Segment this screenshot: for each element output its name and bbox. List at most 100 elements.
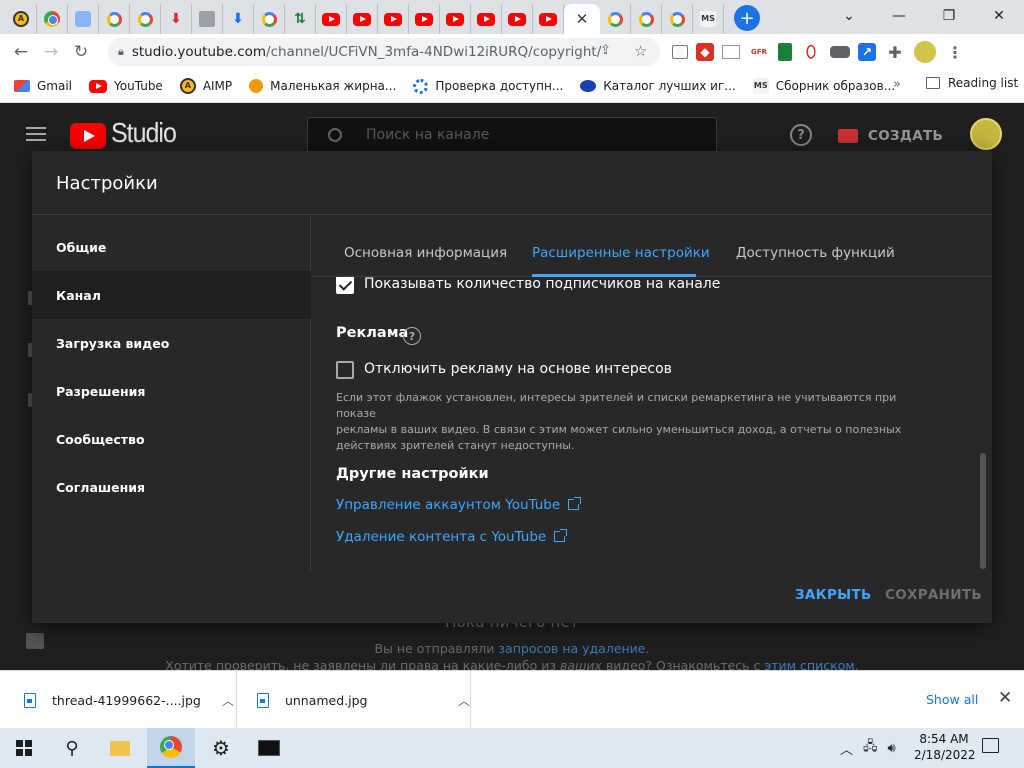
ms-icon: MS	[752, 78, 769, 94]
close-window-button[interactable]: ✕	[974, 0, 1024, 32]
bookmark-item[interactable]: YouTube	[89, 79, 163, 93]
browser-tab[interactable]	[440, 4, 471, 34]
browser-tab[interactable]: MS	[693, 4, 724, 34]
browser-tab[interactable]	[409, 4, 440, 34]
browser-tab[interactable]: ⇅	[285, 4, 316, 34]
help-circle-icon[interactable]: ?	[403, 327, 421, 345]
tab-advanced-settings[interactable]: Расширенные настройки	[532, 245, 710, 261]
menu-icon[interactable]	[26, 127, 46, 141]
chevron-up-icon[interactable]: ︿	[222, 692, 234, 709]
nav-item-agreements[interactable]: Соглашения	[32, 463, 311, 511]
reload-button[interactable]: ↻	[66, 37, 96, 67]
share-icon[interactable]: ⇪	[600, 43, 611, 58]
minimize-button[interactable]: —	[874, 0, 924, 32]
chevron-up-icon[interactable]: ︿	[840, 739, 853, 758]
notifications-icon[interactable]	[982, 738, 999, 753]
browser-tab[interactable]	[631, 4, 662, 34]
browser-tab[interactable]	[130, 4, 161, 34]
clock[interactable]: 8:54 AM 2/18/2022	[914, 731, 976, 763]
extension-red-cube-icon[interactable]: ◆	[696, 43, 714, 61]
browser-tab[interactable]	[600, 4, 631, 34]
extension-card-icon[interactable]	[672, 45, 688, 59]
reading-list-button[interactable]: Reading list	[926, 76, 1018, 90]
disable-interest-ads-checkbox[interactable]	[336, 361, 354, 379]
channel-avatar[interactable]	[970, 118, 1002, 150]
lock-icon[interactable]: 🔒︎	[118, 45, 124, 59]
profile-avatar[interactable]	[914, 41, 936, 63]
browser-tab[interactable]	[347, 4, 378, 34]
close-icon[interactable]: ✕	[576, 10, 589, 28]
settings-gear-icon[interactable]: ⚙	[197, 728, 245, 768]
search-icon[interactable]: ⚲	[48, 728, 96, 768]
terminal-icon[interactable]	[245, 728, 293, 768]
address-bar[interactable]: 🔒︎ studio.youtube.com/channel/UCFiVN_3mf…	[108, 38, 660, 66]
removal-requests-link[interactable]: запросов на удаление	[498, 641, 645, 656]
extensions-puzzle-icon[interactable]: ✚	[884, 41, 906, 63]
bookmark-star-icon[interactable]: ☆	[634, 42, 647, 60]
extension-gallery-icon[interactable]	[722, 45, 740, 59]
show-all-button[interactable]: Show all	[926, 692, 978, 707]
bookmark-item[interactable]: MS Сборник образов...	[752, 78, 895, 94]
browser-tab[interactable]: ⬇	[223, 4, 254, 34]
download-item[interactable]: thread-41999662-....jpg ︿	[0, 671, 237, 729]
download-item[interactable]: unnamed.jpg ︿	[237, 671, 471, 729]
restore-button[interactable]: ❐	[924, 0, 974, 32]
channel-search-input[interactable]: Поиск на канале	[307, 117, 717, 153]
forward-button[interactable]: →	[36, 37, 66, 67]
start-button[interactable]	[0, 728, 48, 768]
close-button[interactable]: ЗАКРЫТЬ	[795, 587, 872, 603]
file-explorer-icon[interactable]	[96, 728, 144, 768]
new-tab-button[interactable]: +	[734, 5, 760, 31]
browser-tab[interactable]	[502, 4, 533, 34]
this-list-link[interactable]: этим списком	[764, 658, 854, 670]
browser-tab[interactable]: ⬇	[161, 4, 192, 34]
extension-gamepad-icon[interactable]	[830, 46, 850, 58]
bookmarks-more-button[interactable]: »	[893, 77, 901, 92]
browser-tab[interactable]: A	[6, 4, 37, 34]
extension-opera-icon[interactable]: ⬯	[800, 41, 822, 63]
nav-item-upload-defaults[interactable]: Загрузка видео	[32, 319, 311, 367]
nav-item-permissions[interactable]: Разрешения	[32, 367, 311, 415]
close-downloads-icon[interactable]: ✕	[998, 688, 1012, 708]
extension-green-box-icon[interactable]	[778, 43, 792, 61]
browser-tab[interactable]	[254, 4, 285, 34]
create-button[interactable]: СОЗДАТЬ	[838, 123, 943, 149]
youtube-logo-icon[interactable]	[70, 123, 106, 149]
volume-icon[interactable]: 🔊︎	[888, 741, 896, 756]
show-subscribers-checkbox[interactable]	[336, 276, 354, 294]
tab-feature-eligibility[interactable]: Доступность функций	[736, 245, 895, 261]
create-label: СОЗДАТЬ	[868, 128, 944, 144]
nav-item-community[interactable]: Сообщество	[32, 415, 311, 463]
save-button[interactable]: СОХРАНИТЬ	[885, 587, 982, 603]
browser-tab[interactable]	[37, 4, 68, 34]
browser-tab[interactable]	[316, 4, 347, 34]
browser-tab[interactable]: ✕	[564, 4, 600, 34]
network-icon[interactable]: 🖧︎	[863, 737, 878, 759]
browser-tab[interactable]	[471, 4, 502, 34]
back-button[interactable]: ←	[6, 37, 36, 67]
browser-tab[interactable]	[533, 4, 564, 34]
bookmark-item[interactable]: Проверка доступн...	[413, 78, 563, 94]
bookmark-item[interactable]: Каталог лучших иг...	[580, 79, 736, 93]
help-icon[interactable]: ?	[790, 124, 812, 146]
nav-item-channel[interactable]: Канал	[32, 271, 311, 319]
browser-tab[interactable]	[662, 4, 693, 34]
manage-account-link[interactable]: Управление аккаунтом YouTube	[336, 497, 582, 513]
browser-tab[interactable]	[192, 4, 223, 34]
chevron-up-icon[interactable]: ︿	[458, 692, 470, 709]
nav-item-general[interactable]: Общие	[32, 223, 311, 271]
tab-basic-info[interactable]: Основная информация	[344, 245, 507, 261]
browser-tab[interactable]	[68, 4, 99, 34]
chrome-taskbar-icon[interactable]	[147, 728, 195, 768]
extension-arrow-icon[interactable]: ↗	[858, 43, 876, 61]
browser-tab[interactable]	[378, 4, 409, 34]
delete-content-link[interactable]: Удаление контента с YouTube	[336, 529, 568, 545]
extension-red-text-icon[interactable]: GFR	[748, 41, 770, 63]
bookmark-item[interactable]: Маленькая жирна...	[249, 79, 396, 93]
bookmark-item[interactable]: A AIMP	[179, 78, 232, 94]
browser-tab[interactable]	[99, 4, 130, 34]
settings-scrollbar[interactable]	[980, 453, 986, 569]
bookmark-item[interactable]: Gmail	[14, 79, 72, 93]
chevron-down-icon[interactable]: ⌄	[824, 0, 874, 32]
menu-dots-icon[interactable]: ⋮	[944, 41, 966, 63]
